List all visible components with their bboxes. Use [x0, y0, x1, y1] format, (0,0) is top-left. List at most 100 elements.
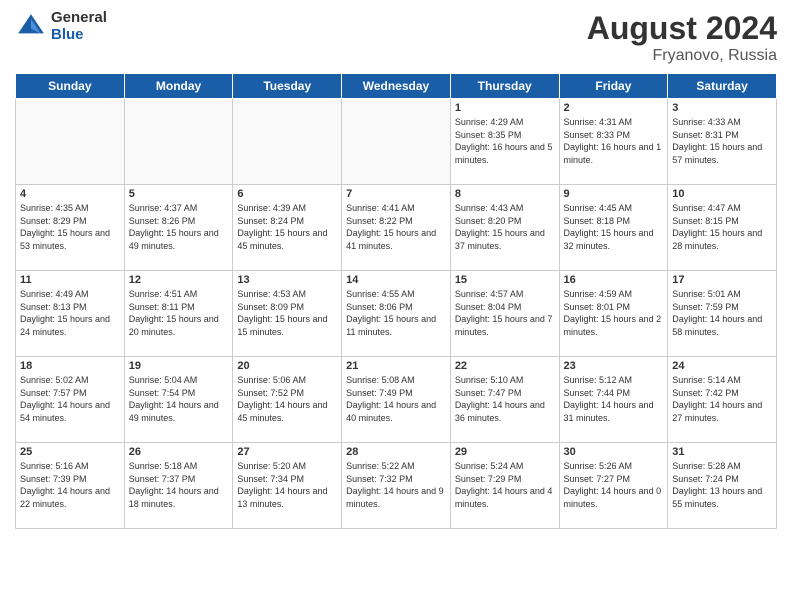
daylight-label: Daylight: 14 hours and 22 minutes.	[20, 486, 110, 509]
daylight-label: Daylight: 15 hours and 28 minutes.	[672, 228, 762, 251]
day-number: 20	[237, 360, 337, 372]
day-number: 22	[455, 360, 555, 372]
sunset-label: Sunset: 8:22 PM	[346, 216, 413, 226]
sunrise-label: Sunrise: 4:39 AM	[237, 203, 306, 213]
sunrise-label: Sunrise: 5:18 AM	[129, 461, 198, 471]
calendar-cell: 3 Sunrise: 4:33 AMSunset: 8:31 PMDaylight…	[668, 99, 777, 185]
calendar-cell: 31Sunrise: 5:28 AMSunset: 7:24 PMDayligh…	[668, 443, 777, 529]
logo-icon	[15, 11, 47, 43]
sunrise-label: Sunrise: 4:31 AM	[564, 117, 633, 127]
day-number: 13	[237, 274, 337, 286]
sunset-label: Sunset: 7:54 PM	[129, 388, 196, 398]
daylight-label: Daylight: 16 hours and 1 minute.	[564, 142, 662, 165]
calendar-cell: 12Sunrise: 4:51 AMSunset: 8:11 PMDayligh…	[124, 271, 233, 357]
sunset-label: Sunset: 8:04 PM	[455, 302, 522, 312]
day-number: 21	[346, 360, 446, 372]
day-info: Sunrise: 4:31 AMSunset: 8:33 PMDaylight:…	[564, 116, 664, 166]
calendar-cell: 16 Sunrise: 4:59 AMSunset: 8:01 PMDayligh…	[559, 271, 668, 357]
sunrise-label: Sunrise: 4:53 AM	[237, 289, 306, 299]
day-number: 18	[20, 360, 120, 372]
sunrise-label: Sunrise: 5:16 AM	[20, 461, 89, 471]
sunset-label: Sunset: 7:29 PM	[455, 474, 522, 484]
sunset-label: Sunset: 8:13 PM	[20, 302, 87, 312]
day-number: 1	[455, 102, 555, 114]
day-number: 31	[672, 446, 772, 458]
sunrise-label: Sunrise: 5:02 AM	[20, 375, 89, 385]
day-info: Sunrise: 4:33 AMSunset: 8:31 PMDaylight:…	[672, 116, 772, 166]
sunset-label: Sunset: 8:06 PM	[346, 302, 413, 312]
sunrise-label: Sunrise: 4:29 AM	[455, 117, 524, 127]
day-info: Sunrise: 4:55 AMSunset: 8:06 PMDaylight:…	[346, 288, 446, 338]
day-info: Sunrise: 4:37 AMSunset: 8:26 PMDaylight:…	[129, 202, 229, 252]
weekday-header-row: SundayMondayTuesdayWednesdayThursdayFrid…	[16, 74, 777, 99]
sunrise-label: Sunrise: 5:26 AM	[564, 461, 633, 471]
daylight-label: Daylight: 15 hours and 49 minutes.	[129, 228, 219, 251]
day-number: 14	[346, 274, 446, 286]
daylight-label: Daylight: 15 hours and 32 minutes.	[564, 228, 654, 251]
sunset-label: Sunset: 7:44 PM	[564, 388, 631, 398]
day-info: Sunrise: 4:59 AMSunset: 8:01 PMDaylight:…	[564, 288, 664, 338]
sunset-label: Sunset: 7:24 PM	[672, 474, 739, 484]
daylight-label: Daylight: 15 hours and 37 minutes.	[455, 228, 545, 251]
sunset-label: Sunset: 7:47 PM	[455, 388, 522, 398]
calendar-week-4: 18 Sunrise: 5:02 AM Sunset: 7:57 PM Dayligh…	[16, 357, 777, 443]
weekday-saturday: Saturday	[668, 74, 777, 99]
calendar-cell: 7Sunrise: 4:41 AMSunset: 8:22 PMDaylight…	[342, 185, 451, 271]
sunrise-label: Sunrise: 4:45 AM	[564, 203, 633, 213]
sunset-label: Sunset: 8:09 PM	[237, 302, 304, 312]
sunrise-label: Sunrise: 5:06 AM	[237, 375, 306, 385]
day-number: 16	[564, 274, 664, 286]
sunset-label: Sunset: 7:27 PM	[564, 474, 631, 484]
sunset-label: Sunset: 7:42 PM	[672, 388, 739, 398]
calendar-cell: 21Sunrise: 5:08 AMSunset: 7:49 PMDayligh…	[342, 357, 451, 443]
day-info: Sunrise: 5:26 AMSunset: 7:27 PMDaylight:…	[564, 460, 664, 510]
day-number: 11	[20, 274, 120, 286]
sunrise-label: Sunrise: 5:12 AM	[564, 375, 633, 385]
sunset-label: Sunset: 8:31 PM	[672, 130, 739, 140]
calendar-cell: 30Sunrise: 5:26 AMSunset: 7:27 PMDayligh…	[559, 443, 668, 529]
sunrise-label: Sunrise: 5:04 AM	[129, 375, 198, 385]
daylight-label: Daylight: 15 hours and 11 minutes.	[346, 314, 436, 337]
calendar-cell: 29Sunrise: 5:24 AMSunset: 7:29 PMDayligh…	[450, 443, 559, 529]
day-number: 26	[129, 446, 229, 458]
sunrise-label: Sunrise: 4:47 AM	[672, 203, 741, 213]
sunset-label: Sunset: 8:29 PM	[20, 216, 87, 226]
day-number: 30	[564, 446, 664, 458]
calendar-cell: 19 Sunrise: 5:04 AM Sunset: 7:54 PM Dayligh…	[124, 357, 233, 443]
weekday-thursday: Thursday	[450, 74, 559, 99]
calendar-cell: 25Sunrise: 5:16 AMSunset: 7:39 PMDayligh…	[16, 443, 125, 529]
day-info: Sunrise: 4:53 AMSunset: 8:09 PMDaylight:…	[237, 288, 337, 338]
calendar-cell: 2Sunrise: 4:31 AMSunset: 8:33 PMDaylight…	[559, 99, 668, 185]
calendar-cell: 11 Sunrise: 4:49 AMSunset: 8:13 PMDayligh…	[16, 271, 125, 357]
daylight-label: Daylight: 16 hours and 5 minutes.	[455, 142, 553, 165]
day-info: Sunrise: 4:57 AMSunset: 8:04 PMDaylight:…	[455, 288, 555, 338]
day-info: Sunrise: 5:06 AMSunset: 7:52 PMDaylight:…	[237, 374, 337, 424]
calendar-cell: 20 Sunrise: 5:06 AMSunset: 7:52 PMDayligh…	[233, 357, 342, 443]
day-info: Sunrise: 4:29 AMSunset: 8:35 PMDaylight:…	[455, 116, 555, 166]
sunrise-label: Sunrise: 4:57 AM	[455, 289, 524, 299]
calendar-cell	[233, 99, 342, 185]
sunrise-label: Sunrise: 5:08 AM	[346, 375, 415, 385]
day-number: 28	[346, 446, 446, 458]
calendar-cell: 24Sunrise: 5:14 AMSunset: 7:42 PMDayligh…	[668, 357, 777, 443]
daylight-label: Daylight: 14 hours and 49 minutes.	[129, 400, 219, 423]
daylight-label: Daylight: 15 hours and 2 minutes.	[564, 314, 662, 337]
sunset-label: Sunset: 7:57 PM	[20, 388, 87, 398]
day-number: 25	[20, 446, 120, 458]
sunrise-label: Sunrise: 5:01 AM	[672, 289, 741, 299]
day-info: Sunrise: 5:20 AMSunset: 7:34 PMDaylight:…	[237, 460, 337, 510]
sunset-label: Sunset: 8:11 PM	[129, 302, 195, 312]
calendar-cell: 18 Sunrise: 5:02 AM Sunset: 7:57 PM Dayligh…	[16, 357, 125, 443]
day-info: Sunrise: 4:49 AMSunset: 8:13 PMDaylight:…	[20, 288, 120, 338]
weekday-monday: Monday	[124, 74, 233, 99]
day-info: Sunrise: 5:14 AMSunset: 7:42 PMDaylight:…	[672, 374, 772, 424]
sunset-label: Sunset: 7:49 PM	[346, 388, 413, 398]
logo-text: General Blue	[51, 10, 107, 43]
sunset-label: Sunset: 8:24 PM	[237, 216, 304, 226]
day-number: 19	[129, 360, 229, 372]
calendar-cell: 5Sunrise: 4:37 AMSunset: 8:26 PMDaylight…	[124, 185, 233, 271]
daylight-label: Daylight: 14 hours and 13 minutes.	[237, 486, 327, 509]
sunrise-label: Sunrise: 4:51 AM	[129, 289, 198, 299]
daylight-label: Daylight: 14 hours and 54 minutes.	[20, 400, 110, 423]
day-number: 3	[672, 102, 772, 114]
